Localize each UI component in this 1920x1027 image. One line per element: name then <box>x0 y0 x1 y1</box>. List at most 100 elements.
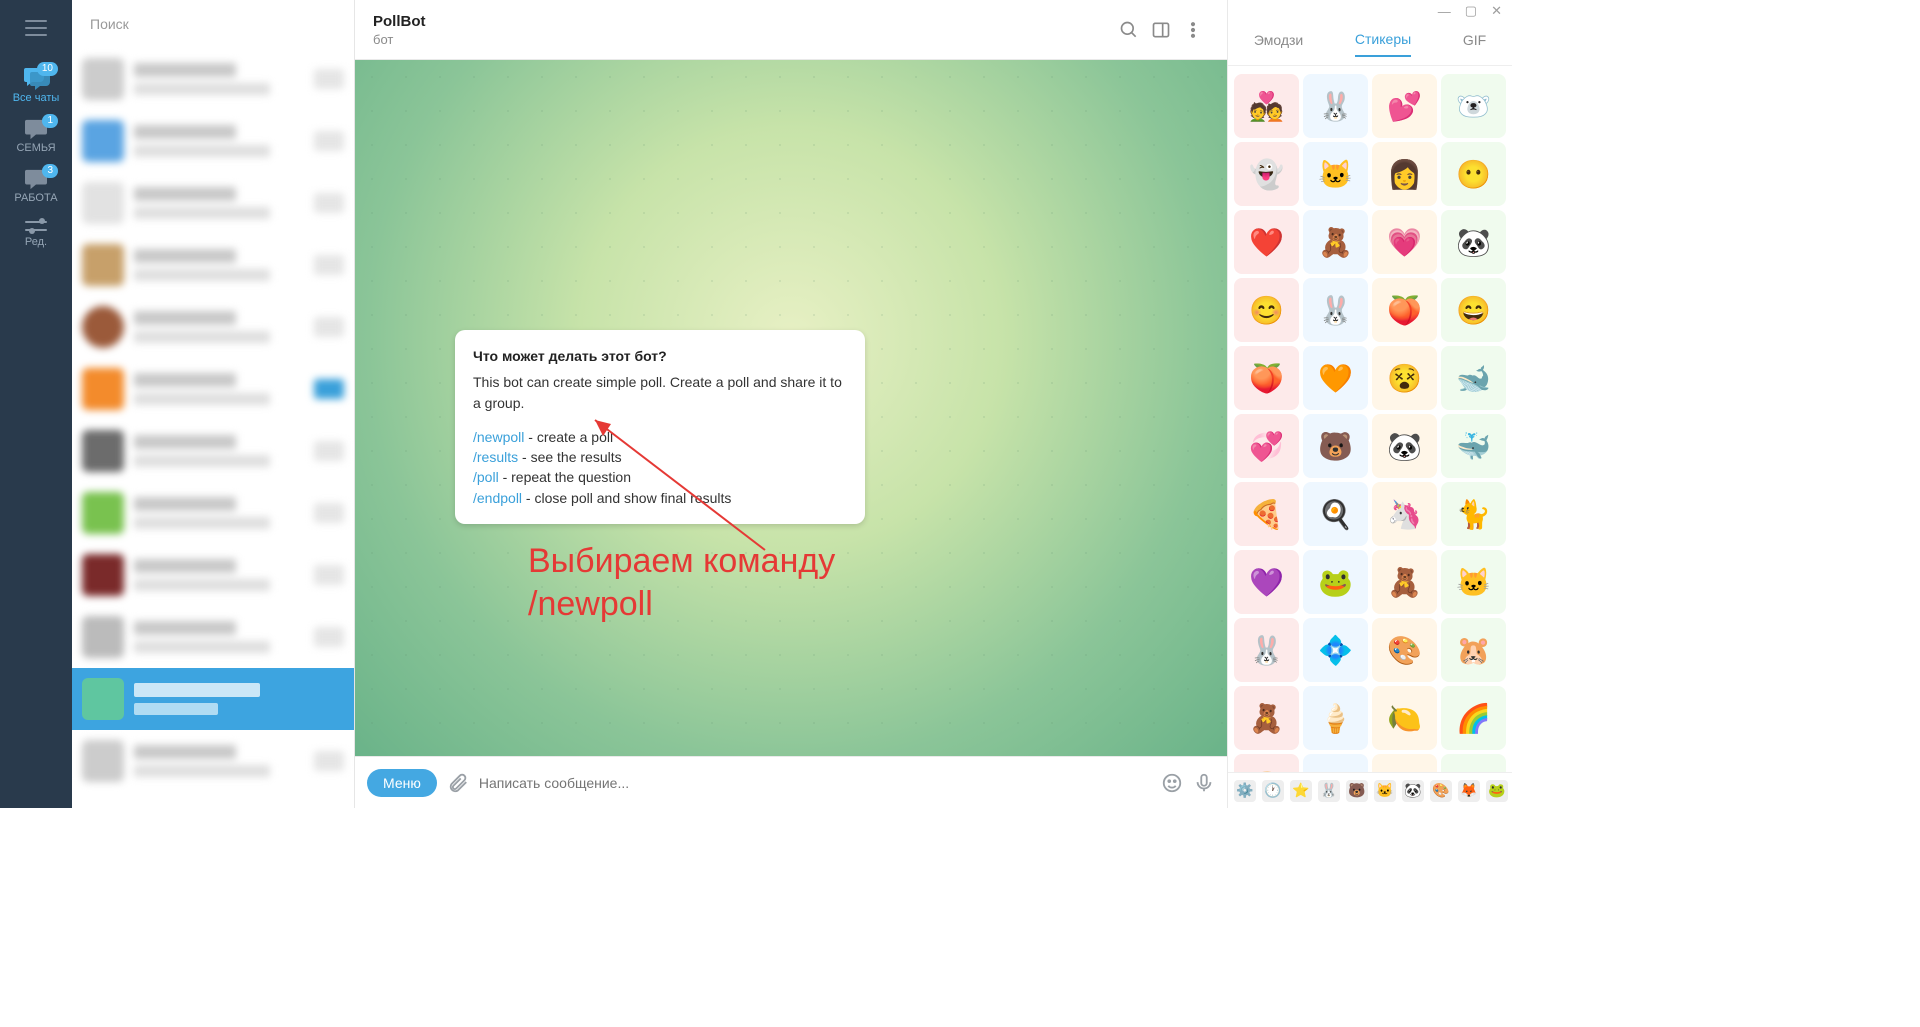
tab-emoji[interactable]: Эмодзи <box>1254 32 1303 56</box>
sticker-item[interactable]: 🍑 <box>1372 278 1437 342</box>
sticker-item[interactable]: 👩 <box>1372 142 1437 206</box>
sticker-item[interactable]: 🍦 <box>1303 686 1368 750</box>
sticker-category[interactable]: 🐰 <box>1318 780 1340 802</box>
message-input[interactable] <box>479 775 1151 791</box>
sticker-item[interactable]: 💗 <box>1372 210 1437 274</box>
chat-row[interactable] <box>72 358 354 420</box>
tab-stickers[interactable]: Стикеры <box>1355 31 1411 57</box>
sticker-category[interactable]: 🐸 <box>1486 780 1508 802</box>
emoji-icon[interactable] <box>1161 772 1183 794</box>
sticker-item[interactable]: 💠 <box>1303 618 1368 682</box>
more-icon[interactable] <box>1177 14 1209 46</box>
bot-menu-button[interactable]: Меню <box>367 769 437 797</box>
sticker-category[interactable]: 🎨 <box>1430 780 1452 802</box>
message-input-bar: Меню <box>355 756 1227 808</box>
sticker-item[interactable]: 🐼 <box>1441 210 1506 274</box>
folder-family[interactable]: 1 СЕМЬЯ <box>0 112 72 162</box>
chat-row-selected[interactable] <box>72 668 354 730</box>
sticker-item[interactable]: 🧸 <box>1303 210 1368 274</box>
sticker-categories: ⚙️🕐⭐🐰🐻🐱🐼🎨🦊🐸💜 <box>1228 772 1512 808</box>
folder-edit[interactable]: Ред. <box>0 212 72 256</box>
attach-icon[interactable] <box>447 772 469 794</box>
bot-cmd-poll[interactable]: /poll <box>473 469 499 485</box>
sticker-grid: 💑🐰💕🐻‍❄️👻🐱👩😶❤️🧸💗🐼😊🐰🍑😄🍑🧡😵🐋💞🐻🐼🐳🍕🍳🦄🐈💜🐸🧸🐱🐰💠🎨🐹… <box>1228 66 1512 772</box>
sticker-item[interactable]: 🐰 <box>1303 278 1368 342</box>
window-minimize-icon[interactable]: — <box>1438 4 1451 19</box>
sticker-item[interactable]: 🗻 <box>1372 754 1437 772</box>
sticker-item[interactable]: 🍋 <box>1372 686 1437 750</box>
sticker-item[interactable]: 🧸 <box>1234 686 1299 750</box>
sticker-item[interactable]: 👻 <box>1234 142 1299 206</box>
sticker-item[interactable]: 🐼 <box>1372 414 1437 478</box>
sticker-item[interactable]: 💜 <box>1234 550 1299 614</box>
sticker-item[interactable]: 🧡 <box>1303 346 1368 410</box>
sidepanel-icon[interactable] <box>1145 14 1177 46</box>
chat-row[interactable] <box>72 110 354 172</box>
sticker-item[interactable]: 🐙 <box>1303 754 1368 772</box>
sticker-item[interactable]: 🐰 <box>1234 618 1299 682</box>
chat-row[interactable] <box>72 172 354 234</box>
sticker-item[interactable]: 🐸 <box>1303 550 1368 614</box>
sticker-category[interactable]: 🦊 <box>1458 780 1480 802</box>
chat-row[interactable] <box>72 234 354 296</box>
window-close-icon[interactable]: ✕ <box>1491 3 1502 19</box>
search-in-chat-icon[interactable] <box>1113 14 1145 46</box>
sticker-item[interactable]: 🍑 <box>1234 346 1299 410</box>
sticker-category[interactable]: 🐱 <box>1374 780 1396 802</box>
sticker-item[interactable]: 🐳 <box>1441 414 1506 478</box>
chat-row[interactable] <box>72 544 354 606</box>
window-maximize-icon[interactable]: ▢ <box>1465 3 1477 19</box>
sticker-item[interactable]: 🐋 <box>1441 346 1506 410</box>
sticker-item[interactable]: 🎨 <box>1372 618 1437 682</box>
sticker-item[interactable]: 🦄 <box>1372 482 1437 546</box>
chat-main: PollBot бот Что может делать этот бот? T… <box>355 0 1227 808</box>
bot-cmd-newpoll[interactable]: /newpoll <box>473 429 524 445</box>
sticker-category[interactable]: ⚙️ <box>1234 780 1256 802</box>
sticker-category[interactable]: 🐼 <box>1402 780 1424 802</box>
sticker-item[interactable]: 🐈 <box>1441 482 1506 546</box>
chat-row[interactable] <box>72 606 354 668</box>
sticker-item[interactable]: 💑 <box>1234 74 1299 138</box>
bot-info-card: Что может делать этот бот? This bot can … <box>455 330 865 524</box>
chat-subtitle: бот <box>373 32 1113 47</box>
sticker-item[interactable]: 😄 <box>1441 278 1506 342</box>
sticker-item[interactable]: 🍕 <box>1234 482 1299 546</box>
sticker-category[interactable]: ⭐ <box>1290 780 1312 802</box>
voice-icon[interactable] <box>1193 772 1215 794</box>
sticker-item[interactable]: 🍞 <box>1234 754 1299 772</box>
sticker-category[interactable]: 🕐 <box>1262 780 1284 802</box>
sticker-item[interactable]: 💞 <box>1234 414 1299 478</box>
sticker-item[interactable]: 🐹 <box>1441 618 1506 682</box>
sticker-item[interactable]: 🍳 <box>1303 482 1368 546</box>
bot-cmd-endpoll[interactable]: /endpoll <box>473 490 522 506</box>
sticker-category[interactable]: 🐻 <box>1346 780 1368 802</box>
chat-row[interactable] <box>72 48 354 110</box>
sticker-item[interactable]: 🐻‍❄️ <box>1441 74 1506 138</box>
sticker-item[interactable]: 🐻 <box>1441 754 1506 772</box>
sticker-item[interactable]: 🐱 <box>1303 142 1368 206</box>
folder-work[interactable]: 3 РАБОТА <box>0 162 72 212</box>
chat-row[interactable] <box>72 730 354 792</box>
sticker-item[interactable]: 🐱 <box>1441 550 1506 614</box>
search-input[interactable]: Поиск <box>72 0 354 48</box>
bot-cmd-results[interactable]: /results <box>473 449 518 465</box>
chat-header: PollBot бот <box>355 0 1227 60</box>
sticker-item[interactable]: 🐰 <box>1303 74 1368 138</box>
sticker-item[interactable]: 💕 <box>1372 74 1437 138</box>
sticker-item[interactable]: ❤️ <box>1234 210 1299 274</box>
sticker-item[interactable]: 😊 <box>1234 278 1299 342</box>
folder-all-chats[interactable]: 10 Все чаты <box>0 60 72 112</box>
sticker-item[interactable]: 😵 <box>1372 346 1437 410</box>
tab-gif[interactable]: GIF <box>1463 32 1486 56</box>
menu-button[interactable] <box>16 8 56 48</box>
chat-row[interactable] <box>72 296 354 358</box>
sticker-item[interactable]: 🐻 <box>1303 414 1368 478</box>
chat-row[interactable] <box>72 482 354 544</box>
sticker-item[interactable]: 😶 <box>1441 142 1506 206</box>
chat-row[interactable] <box>72 420 354 482</box>
window-controls: — ▢ ✕ <box>1228 0 1512 22</box>
chat-title[interactable]: PollBot <box>373 13 1113 30</box>
sticker-item[interactable]: 🧸 <box>1372 550 1437 614</box>
sticker-item[interactable]: 🌈 <box>1441 686 1506 750</box>
sticker-tabs: Эмодзи Стикеры GIF <box>1228 22 1512 66</box>
